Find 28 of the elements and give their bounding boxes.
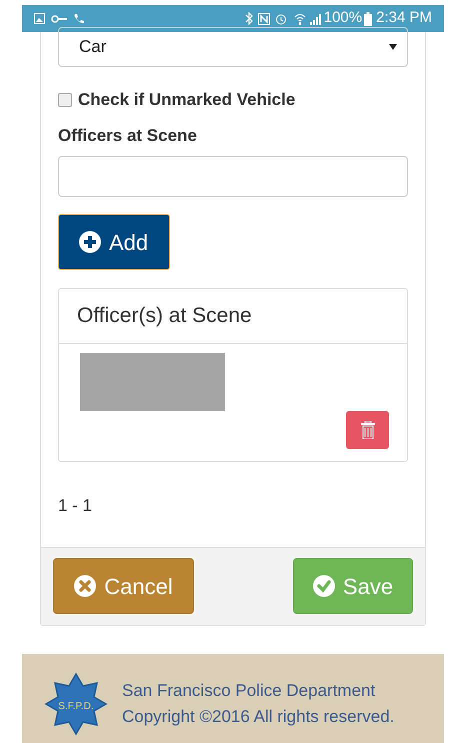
check-circle-icon (312, 575, 335, 597)
image-icon (34, 13, 45, 24)
close-circle-icon (74, 575, 96, 597)
panel-title: Officer(s) at Scene (77, 303, 252, 330)
vehicle-type-select[interactable]: Car (58, 27, 408, 67)
add-button[interactable]: Add (58, 214, 170, 270)
dropdown-caret-icon (389, 44, 397, 50)
footer-text: Copyright ©2016 All rights reserved. (122, 706, 394, 728)
officers-input-field[interactable] (58, 156, 408, 197)
footer-text: San Francisco Police Department (122, 680, 376, 702)
police-star-logo: S.F.P.D. (44, 672, 108, 736)
key-icon (51, 14, 67, 22)
unmarked-checkbox[interactable] (58, 92, 72, 107)
clock-time: 2:34 PM (376, 8, 432, 28)
alarm-icon (274, 12, 287, 24)
battery-percent: 100% (324, 8, 362, 28)
plus-circle-icon (79, 231, 101, 253)
pagination-text: 1 - 1 (58, 495, 94, 517)
field-label: Officers at Scene (58, 124, 198, 146)
trash-icon (360, 421, 374, 439)
phone-icon (73, 12, 85, 24)
wifi-icon (294, 12, 306, 24)
bluetooth-icon (244, 12, 253, 25)
delete-button[interactable] (346, 411, 389, 449)
nfc-icon (258, 12, 270, 24)
checkbox-label: Check if Unmarked Vehicle (78, 89, 296, 111)
signal-icon (308, 12, 321, 24)
battery-icon (364, 12, 372, 26)
